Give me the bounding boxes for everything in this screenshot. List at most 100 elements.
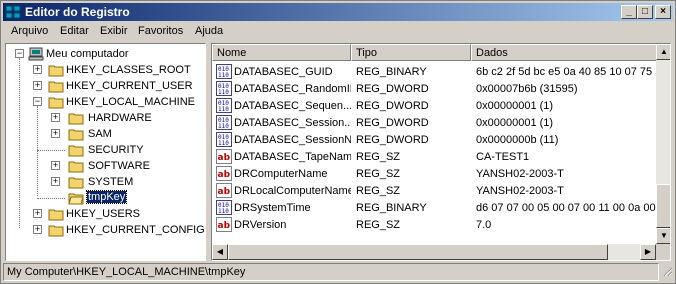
value-data: YANSH02-2003-T [476,185,564,197]
registry-key-tree[interactable]: − Meu computador + HKEY_CLASSES_ROOT + H… [5,43,206,261]
tree-node-hkey-classes-root[interactable]: + HKEY_CLASSES_ROOT [6,62,205,78]
value-row[interactable]: 010 110 DRSystemTime REG_BINARY d6 07 07 00 … [212,199,656,216]
folder-icon [68,129,84,141]
value-row[interactable]: 010 110 DATABASEC_GUID REG_BINARY 6b c2 2f 5… [212,63,656,80]
value-row[interactable]: ab DRVersion REG_SZ 7.0 [212,216,656,233]
tree-node-software[interactable]: + SOFTWARE [6,158,205,174]
value-name: DRLocalComputerName [234,185,351,197]
svg-text:110: 110 [218,140,229,147]
value-data: YANSH02-2003-T [476,168,564,180]
tree-label: SYSTEM [88,176,134,188]
expand-icon[interactable]: + [33,81,42,90]
tree-label: HKEY_CURRENT_CONFIG [66,224,205,236]
folder-icon [48,65,64,77]
value-type: REG_DWORD [356,83,429,95]
computer-icon [28,47,44,61]
value-type: REG_DWORD [356,117,429,129]
resize-grip-icon[interactable] [661,265,673,279]
tree-label: HARDWARE [88,112,152,124]
vertical-scrollbar[interactable]: ▲ ▼ [656,44,670,244]
expand-icon[interactable]: + [51,177,60,186]
tree-node-hkey-local-machine[interactable]: − HKEY_LOCAL_MACHINE [6,94,205,110]
value-row[interactable]: 010 110 DATABASEC_RandomID REG_DWORD 0x00007… [212,80,656,97]
expand-icon[interactable]: + [51,129,60,138]
value-row[interactable]: 010 110 DATABASEC_SessionNo REG_DWORD 0x0000… [212,131,656,148]
column-header-type[interactable]: Tipo [351,44,471,61]
status-bar: My Computer\HKEY_LOCAL_MACHINE\tmpKey [3,263,673,281]
string-value-icon: ab [216,217,232,232]
tree-node-hkey-current-user[interactable]: + HKEY_CURRENT_USER [6,78,205,94]
folder-icon [68,145,84,157]
registry-values-list[interactable]: Nome Tipo Dados 010 110 DATABASEC_GUID REG_… [211,43,671,261]
menu-ajuda[interactable]: Ajuda [195,25,223,37]
tree-label: HKEY_CURRENT_USER [66,80,193,92]
tree-label: HKEY_USERS [66,208,140,220]
horizontal-scroll-thumb[interactable] [228,244,608,260]
tree-connector [37,150,65,151]
expand-icon[interactable]: + [33,225,42,234]
folder-icon [48,209,64,221]
value-row[interactable]: 010 110 DATABASEC_Session... REG_DWORD 0x000… [212,114,656,131]
tree-node-security[interactable]: SECURITY [6,142,205,158]
scroll-down-button[interactable]: ▼ [656,228,670,244]
tree-node-tmpkey[interactable]: tmpKey [6,190,205,206]
title-bar[interactable]: Editor do Registro _ □ × [3,3,673,21]
minimize-icon: _ [626,6,632,17]
menu-editar[interactable]: Editar [60,25,89,37]
value-name: DRComputerName [234,168,328,180]
minimize-button[interactable]: _ [621,5,637,19]
tree-node-hkey-current-config[interactable]: + HKEY_CURRENT_CONFIG [6,222,205,238]
value-name: DRSystemTime [234,202,311,214]
scrollbar-corner [656,244,670,260]
column-header-name[interactable]: Nome [212,44,351,61]
expand-icon[interactable]: + [51,113,60,122]
column-header-data[interactable]: Dados [471,44,670,61]
value-row[interactable]: ab DRComputerName REG_SZ YANSH02-2003-T [212,165,656,182]
close-button[interactable]: × [655,5,671,19]
value-row[interactable]: ab DATABASEC_TapeName REG_SZ CA-TEST1 [212,148,656,165]
value-type: REG_SZ [356,185,401,197]
expand-icon[interactable]: + [33,209,42,218]
expand-icon[interactable]: + [33,65,42,74]
tree-node-hardware[interactable]: + HARDWARE [6,110,205,126]
binary-value-icon: 010 110 [216,98,232,113]
arrow-left-icon: ◀ [216,247,224,256]
value-type: REG_BINARY [356,202,427,214]
tree-node-system[interactable]: + SYSTEM [6,174,205,190]
value-type: REG_DWORD [356,100,429,112]
value-type: REG_SZ [356,219,401,231]
value-name: DATABASEC_Sequen... [234,100,351,112]
scroll-right-button[interactable]: ▶ [640,244,656,260]
value-row[interactable]: 010 110 DATABASEC_Sequen... REG_DWORD 0x0000… [212,97,656,114]
maximize-button[interactable]: □ [637,5,653,19]
folder-icon [48,81,64,93]
svg-text:ab: ab [218,153,231,163]
folder-icon [68,161,84,173]
scroll-up-button[interactable]: ▲ [656,44,670,60]
scroll-left-button[interactable]: ◀ [212,244,228,260]
vertical-scroll-thumb[interactable] [656,184,670,228]
value-name: DATABASEC_SessionNo [234,134,351,146]
tree-node-hkey-users[interactable]: + HKEY_USERS [6,206,205,222]
value-name: DATABASEC_GUID [234,66,333,78]
horizontal-scrollbar[interactable]: ◀ ▶ [212,244,656,260]
collapse-icon[interactable]: − [15,49,24,58]
collapse-icon[interactable]: − [33,97,42,106]
menu-exibir[interactable]: Exibir [100,25,128,37]
expand-icon[interactable]: + [51,161,60,170]
value-row[interactable]: ab DRLocalComputerName REG_SZ YANSH02-2003-… [212,182,656,199]
svg-text:110: 110 [218,106,229,113]
tree-label: Meu computador [46,48,129,60]
menu-favoritos[interactable]: Favoritos [138,25,183,37]
maximize-icon: □ [641,6,649,17]
tree-node-my-computer[interactable]: − Meu computador [6,46,205,62]
svg-text:110: 110 [218,123,229,130]
folder-icon [68,177,84,189]
tree-node-sam[interactable]: + SAM [6,126,205,142]
menu-arquivo[interactable]: Arquivo [11,25,48,37]
tree-label: SECURITY [88,144,144,156]
window-title: Editor do Registro [25,5,130,19]
tree-label: HKEY_LOCAL_MACHINE [66,96,195,108]
value-data: 0x0000000b (11) [476,134,559,146]
value-name: DATABASEC_TapeName [234,151,351,163]
